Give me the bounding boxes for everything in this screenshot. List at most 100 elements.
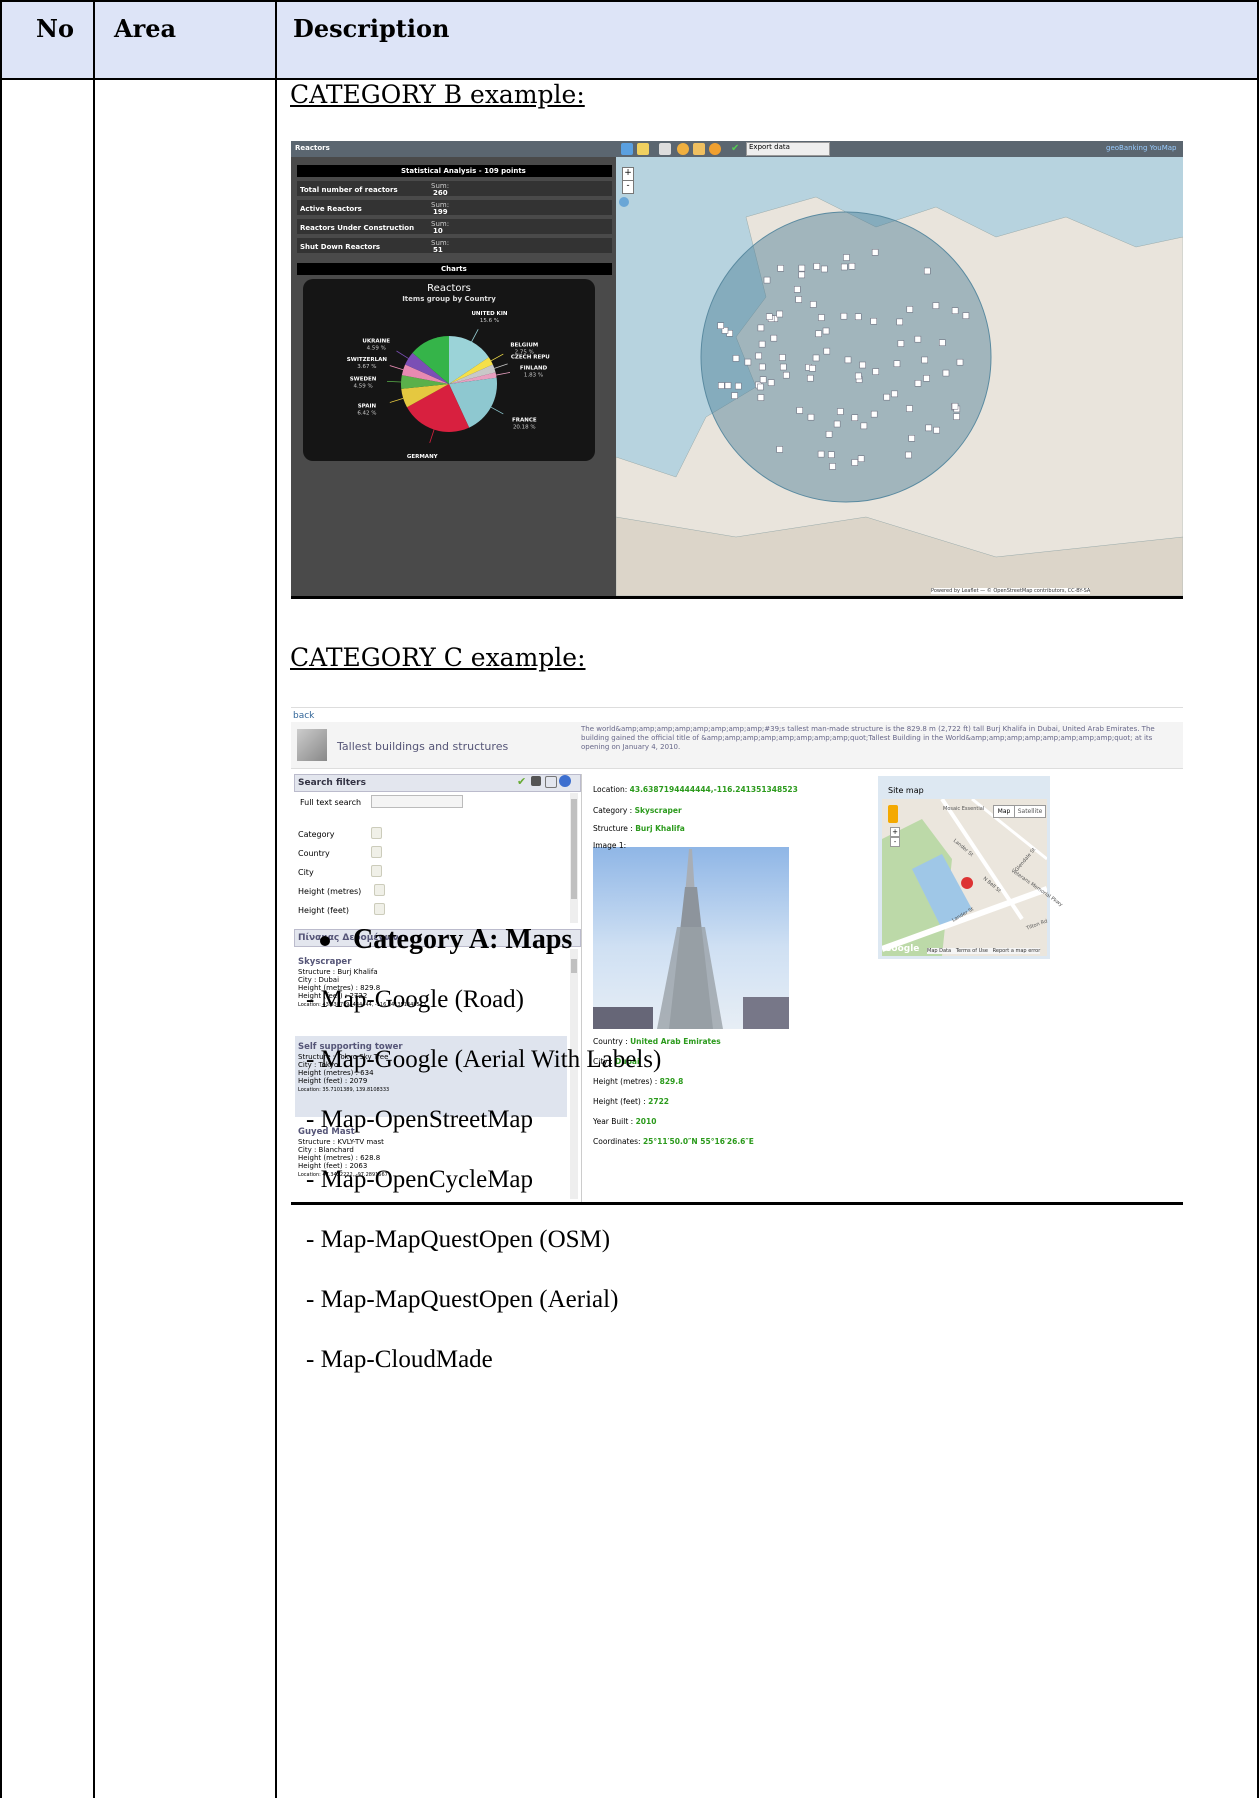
layer-icon[interactable] (677, 143, 689, 155)
map-marker[interactable] (779, 354, 786, 361)
map-marker[interactable] (851, 414, 859, 421)
filters-scroll-thumb[interactable] (571, 799, 577, 899)
map-marker[interactable] (942, 369, 950, 377)
zoom-in-button[interactable]: + (622, 167, 634, 181)
map-marker[interactable] (780, 363, 787, 371)
map-marker[interactable] (883, 393, 891, 401)
map-marker[interactable] (897, 340, 905, 347)
map-marker[interactable] (757, 324, 765, 332)
map-marker[interactable] (825, 431, 833, 438)
records-scrollbar[interactable] (570, 949, 578, 1199)
map-marker[interactable] (933, 426, 940, 434)
map-marker[interactable] (757, 383, 764, 391)
map-marker[interactable] (755, 352, 762, 360)
map-marker[interactable] (844, 356, 852, 364)
map-marker[interactable] (921, 356, 928, 364)
check-icon[interactable]: ✔ (731, 143, 743, 155)
map-marker[interactable] (829, 463, 836, 470)
map-marker[interactable] (848, 262, 856, 270)
map-marker[interactable] (854, 313, 862, 321)
map-marker[interactable] (870, 317, 877, 325)
map-marker[interactable] (843, 254, 850, 261)
map-marker[interactable] (724, 382, 732, 389)
map-marker[interactable] (851, 459, 859, 466)
export-select[interactable]: Export data (746, 142, 830, 156)
map-marker[interactable] (871, 249, 879, 256)
map-marker[interactable] (939, 339, 946, 346)
map-marker[interactable] (923, 375, 930, 382)
map-marker[interactable] (859, 361, 866, 369)
comment-icon[interactable] (637, 143, 649, 155)
filter-type-icon[interactable] (371, 846, 382, 858)
funnel-icon[interactable] (545, 776, 557, 788)
record-title[interactable]: Skyscraper (298, 957, 351, 967)
map-marker[interactable] (798, 264, 806, 272)
map-marker[interactable] (841, 263, 848, 271)
map-marker[interactable] (837, 408, 844, 415)
map-type-button[interactable]: Map (993, 805, 1015, 818)
map-marker[interactable] (735, 382, 742, 390)
map-marker[interactable] (777, 265, 784, 272)
map-marker[interactable] (776, 310, 783, 318)
filter-type-icon[interactable] (374, 903, 385, 915)
records-scroll-thumb[interactable] (571, 959, 577, 973)
map-marker[interactable] (812, 354, 820, 362)
map-marker[interactable] (828, 451, 835, 458)
map-marker[interactable] (932, 302, 940, 309)
back-link[interactable]: back (293, 711, 314, 721)
map-marker[interactable] (893, 360, 901, 368)
map-marker[interactable] (776, 446, 783, 453)
map-marker[interactable] (798, 271, 805, 279)
map-marker[interactable] (953, 413, 960, 420)
map-marker[interactable] (914, 335, 922, 343)
map-marker[interactable] (815, 330, 822, 338)
map-marker[interactable] (924, 267, 931, 275)
map-marker[interactable] (821, 265, 828, 273)
map-marker[interactable] (796, 407, 803, 414)
map-marker[interactable] (766, 313, 773, 320)
map-marker[interactable] (757, 394, 765, 401)
map-marker[interactable] (956, 358, 964, 366)
map-marker[interactable] (783, 371, 790, 379)
filter-type-icon[interactable] (374, 884, 385, 896)
table-icon[interactable] (693, 143, 705, 155)
satellite-type-button[interactable]: Satellite (1014, 805, 1046, 818)
map-marker[interactable] (807, 374, 814, 382)
map-marker[interactable] (718, 382, 725, 389)
map-marker[interactable] (794, 286, 801, 293)
help-icon[interactable] (619, 197, 629, 207)
map-marker[interactable] (809, 301, 817, 308)
map-zoom-out[interactable]: - (890, 837, 900, 847)
map-marker[interactable] (759, 363, 766, 371)
map-marker[interactable] (905, 451, 912, 459)
map-marker[interactable] (795, 296, 802, 303)
map-marker[interactable] (908, 435, 915, 442)
full-text-search-input[interactable] (371, 795, 463, 808)
filter-icon[interactable] (659, 143, 671, 155)
pegman-icon[interactable] (888, 805, 898, 823)
map-marker[interactable] (759, 376, 767, 383)
chart-icon[interactable] (709, 143, 721, 155)
map-marker[interactable] (872, 368, 880, 375)
apply-filter-icon[interactable]: ✔ (517, 775, 526, 788)
map-marker[interactable] (770, 334, 778, 342)
filter-type-icon[interactable] (371, 827, 382, 839)
map-marker[interactable] (857, 455, 865, 462)
map-marker[interactable] (962, 312, 970, 319)
map-marker[interactable] (951, 307, 959, 314)
map-marker[interactable] (813, 263, 821, 270)
map-marker[interactable] (833, 420, 841, 428)
map-marker[interactable] (925, 424, 932, 432)
map-marker[interactable] (763, 276, 771, 284)
pin-icon[interactable] (621, 143, 633, 155)
map-marker[interactable] (891, 390, 898, 398)
map-marker[interactable] (809, 365, 816, 372)
map-marker[interactable] (731, 392, 738, 399)
map-marker[interactable] (951, 402, 959, 410)
map-marker[interactable] (906, 306, 914, 313)
map-zoom-in[interactable]: + (890, 827, 900, 837)
map-marker[interactable] (822, 327, 830, 335)
zoom-out-button[interactable]: - (622, 180, 634, 194)
map-marker[interactable] (767, 379, 775, 386)
map-marker[interactable] (758, 340, 766, 348)
